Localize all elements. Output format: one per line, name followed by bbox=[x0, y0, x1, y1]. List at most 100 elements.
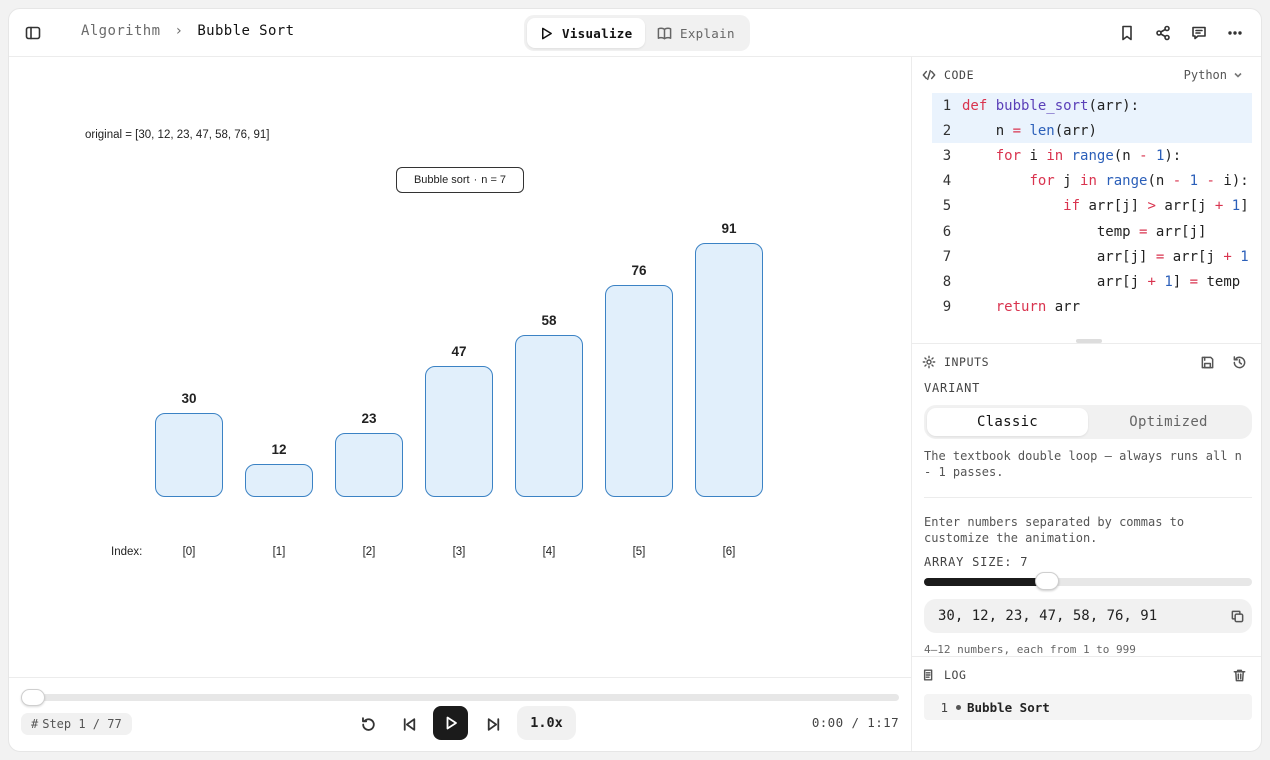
inputs-section-header: INPUTS bbox=[922, 355, 989, 369]
save-icon[interactable] bbox=[1198, 353, 1216, 371]
code-text: temp = arr[j] bbox=[962, 223, 1207, 240]
play-button[interactable] bbox=[433, 706, 468, 740]
tab-explain-label: Explain bbox=[680, 25, 735, 41]
code-text: for j in range(n - 1 - i): bbox=[1029, 173, 1249, 190]
algorithm-tag-separator: · bbox=[473, 174, 478, 186]
step-back-button[interactable] bbox=[392, 710, 426, 738]
code-line: 5 if arr[j] > arr[j + 1] bbox=[932, 194, 1252, 219]
bar-value-label: 30 bbox=[181, 391, 197, 406]
log-entry: 1 Bubble Sort bbox=[924, 694, 1252, 720]
bar-value-label: 58 bbox=[541, 313, 557, 328]
code-text: arr[j] = arr[j + 1 bbox=[962, 248, 1249, 265]
bar-index-label: [5] bbox=[632, 546, 646, 558]
language-select[interactable]: Python bbox=[1184, 68, 1243, 82]
side-panel: CODE Python 1 def bubble_sort(arr): 2 n = … bbox=[911, 57, 1261, 751]
bar-value-label: 91 bbox=[721, 221, 737, 236]
log-heading: LOG bbox=[944, 668, 967, 682]
comment-icon[interactable] bbox=[1187, 21, 1211, 45]
divider bbox=[912, 656, 1261, 657]
breadcrumb-current: Bubble Sort bbox=[197, 23, 295, 39]
copy-icon[interactable] bbox=[1228, 607, 1246, 625]
array-size-label: ARRAY SIZE: 7 bbox=[924, 555, 1029, 569]
code-text: return arr bbox=[995, 299, 1081, 316]
progress-thumb[interactable] bbox=[21, 689, 45, 706]
chevron-right-icon: › bbox=[174, 23, 184, 39]
code-line: 6 temp = arr[j] bbox=[932, 219, 1252, 244]
code-viewer: 1 def bubble_sort(arr): 2 n = len(arr) 3 fo… bbox=[932, 93, 1252, 343]
line-number: 7 bbox=[942, 248, 952, 265]
array-size-slider-thumb[interactable] bbox=[1035, 572, 1059, 590]
code-text: n = len(arr) bbox=[962, 122, 1097, 139]
divider bbox=[924, 497, 1252, 498]
variant-optimized[interactable]: Optimized bbox=[1088, 408, 1249, 436]
line-number: 4 bbox=[942, 173, 952, 190]
code-line: 3 for i in range(n - 1): bbox=[932, 143, 1252, 168]
code-line: 1 def bubble_sort(arr): bbox=[932, 93, 1252, 119]
code-text: arr[j + 1] = temp bbox=[962, 273, 1241, 290]
step-forward-button[interactable] bbox=[476, 710, 510, 738]
log-entry-number: 1 bbox=[940, 699, 948, 715]
skip-forward-icon bbox=[487, 717, 499, 731]
algorithm-tag: Bubble sort · n = 7 bbox=[396, 167, 524, 193]
tab-visualize[interactable]: Visualize bbox=[527, 18, 645, 48]
log-icon bbox=[923, 669, 933, 681]
restart-icon bbox=[361, 716, 375, 731]
line-number: 8 bbox=[942, 273, 952, 290]
array-bar bbox=[605, 285, 673, 497]
speed-button[interactable]: 1.0x bbox=[517, 706, 576, 740]
progress-track[interactable] bbox=[23, 694, 899, 701]
bar-value-label: 76 bbox=[631, 263, 647, 278]
original-array-label: original = [30, 12, 23, 47, 58, 76, 91] bbox=[85, 129, 270, 141]
skip-back-icon bbox=[403, 717, 415, 731]
breadcrumb-algorithm[interactable]: Algorithm bbox=[81, 23, 160, 39]
variant-description: The textbook double loop — always runs a… bbox=[924, 449, 1242, 479]
chevron-down-icon bbox=[1234, 72, 1242, 78]
log-section-header: LOG bbox=[922, 668, 967, 682]
line-number: 9 bbox=[942, 299, 952, 316]
code-text: def bubble_sort(arr): bbox=[962, 97, 1140, 114]
code-text: if arr[j] > arr[j + 1] bbox=[1063, 198, 1249, 215]
log-entry-text: Bubble Sort bbox=[967, 699, 1050, 715]
sidebar-toggle-icon[interactable] bbox=[21, 21, 45, 45]
bar-value-label: 47 bbox=[451, 344, 467, 359]
share-icon[interactable] bbox=[1151, 21, 1175, 45]
array-bar bbox=[425, 366, 493, 497]
play-icon bbox=[446, 716, 457, 730]
input-help-text: Enter numbers separated by commas to cus… bbox=[924, 515, 1185, 545]
index-label: Index: bbox=[111, 546, 143, 558]
bar-index-label: [0] bbox=[182, 546, 196, 558]
step-counter: # Step 1 / 77 bbox=[21, 713, 132, 735]
gear-icon bbox=[922, 355, 936, 369]
variant-classic[interactable]: Classic bbox=[927, 408, 1088, 436]
code-section-header: CODE bbox=[922, 68, 974, 82]
bar-value-label: 23 bbox=[361, 411, 377, 426]
bar-index-label: [6] bbox=[722, 546, 736, 558]
line-number: 5 bbox=[942, 198, 952, 215]
visualization-canvas: original = [30, 12, 23, 47, 58, 76, 91] … bbox=[9, 57, 911, 677]
history-icon[interactable] bbox=[1230, 353, 1248, 371]
bar-index-label: [4] bbox=[542, 546, 556, 558]
play-icon bbox=[542, 27, 552, 39]
code-line: 7 arr[j] = arr[j + 1 bbox=[932, 244, 1252, 269]
array-bar bbox=[335, 433, 403, 497]
tab-explain[interactable]: Explain bbox=[645, 18, 747, 48]
bullet-icon bbox=[956, 704, 961, 710]
code-line: 8 arr[j + 1] = temp bbox=[932, 269, 1252, 294]
line-number: 3 bbox=[942, 147, 952, 164]
bookmark-icon[interactable] bbox=[1115, 21, 1139, 45]
code-line: 9 return arr bbox=[932, 295, 1252, 320]
code-line: 4 for j in range(n - 1 - i): bbox=[932, 169, 1252, 194]
array-bar bbox=[515, 335, 583, 497]
hash-icon: # bbox=[31, 717, 39, 731]
playback-controls: # Step 1 / 77 1.0x 0:00 / 1:17 bbox=[9, 677, 911, 751]
array-input[interactable] bbox=[924, 599, 1252, 633]
array-bar bbox=[155, 413, 223, 497]
trash-icon[interactable] bbox=[1230, 666, 1248, 684]
array-size-slider[interactable] bbox=[924, 578, 1252, 586]
variant-switcher: Classic Optimized bbox=[924, 405, 1252, 439]
line-number: 6 bbox=[942, 223, 952, 240]
time-display: 0:00 / 1:17 bbox=[811, 715, 899, 730]
bar-index-label: [3] bbox=[452, 546, 466, 558]
more-icon[interactable] bbox=[1223, 21, 1247, 45]
restart-button[interactable] bbox=[351, 710, 385, 738]
